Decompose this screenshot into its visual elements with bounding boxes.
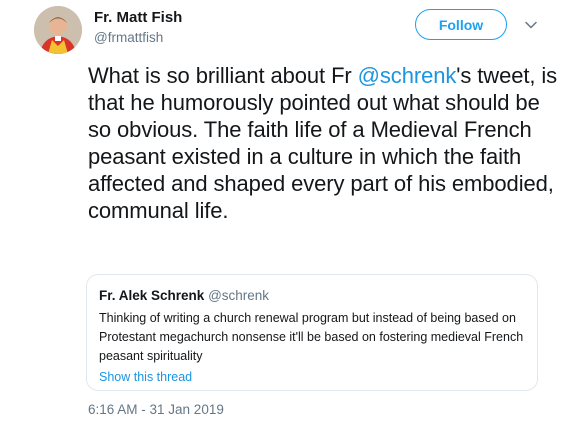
show-thread-link[interactable]: Show this thread xyxy=(99,370,192,384)
quoted-author-name: Fr. Alek Schrenk xyxy=(99,288,205,303)
tweet-text-part: What is so brilliant about Fr xyxy=(88,63,358,88)
tweet: Fr. Matt Fish @frmattfish Follow What is… xyxy=(0,0,571,426)
quoted-tweet-text: Thinking of writing a church renewal pro… xyxy=(99,311,524,363)
avatar[interactable] xyxy=(34,6,82,54)
quoted-tweet[interactable]: Fr. Alek Schrenk @schrenk Thinking of wr… xyxy=(86,274,538,391)
mention-link[interactable]: @schrenk xyxy=(358,63,457,88)
author-handle[interactable]: @frmattfish xyxy=(94,30,163,45)
chevron-down-icon[interactable] xyxy=(523,17,539,33)
tweet-text: What is so brilliant about Fr @schrenk's… xyxy=(88,62,563,224)
follow-button[interactable]: Follow xyxy=(415,9,507,40)
quoted-author-handle: @schrenk xyxy=(208,288,270,303)
timestamp[interactable]: 6:16 AM - 31 Jan 2019 xyxy=(88,402,224,417)
quoted-tweet-header: Fr. Alek Schrenk @schrenk xyxy=(99,287,525,304)
author-name[interactable]: Fr. Matt Fish xyxy=(94,9,182,26)
